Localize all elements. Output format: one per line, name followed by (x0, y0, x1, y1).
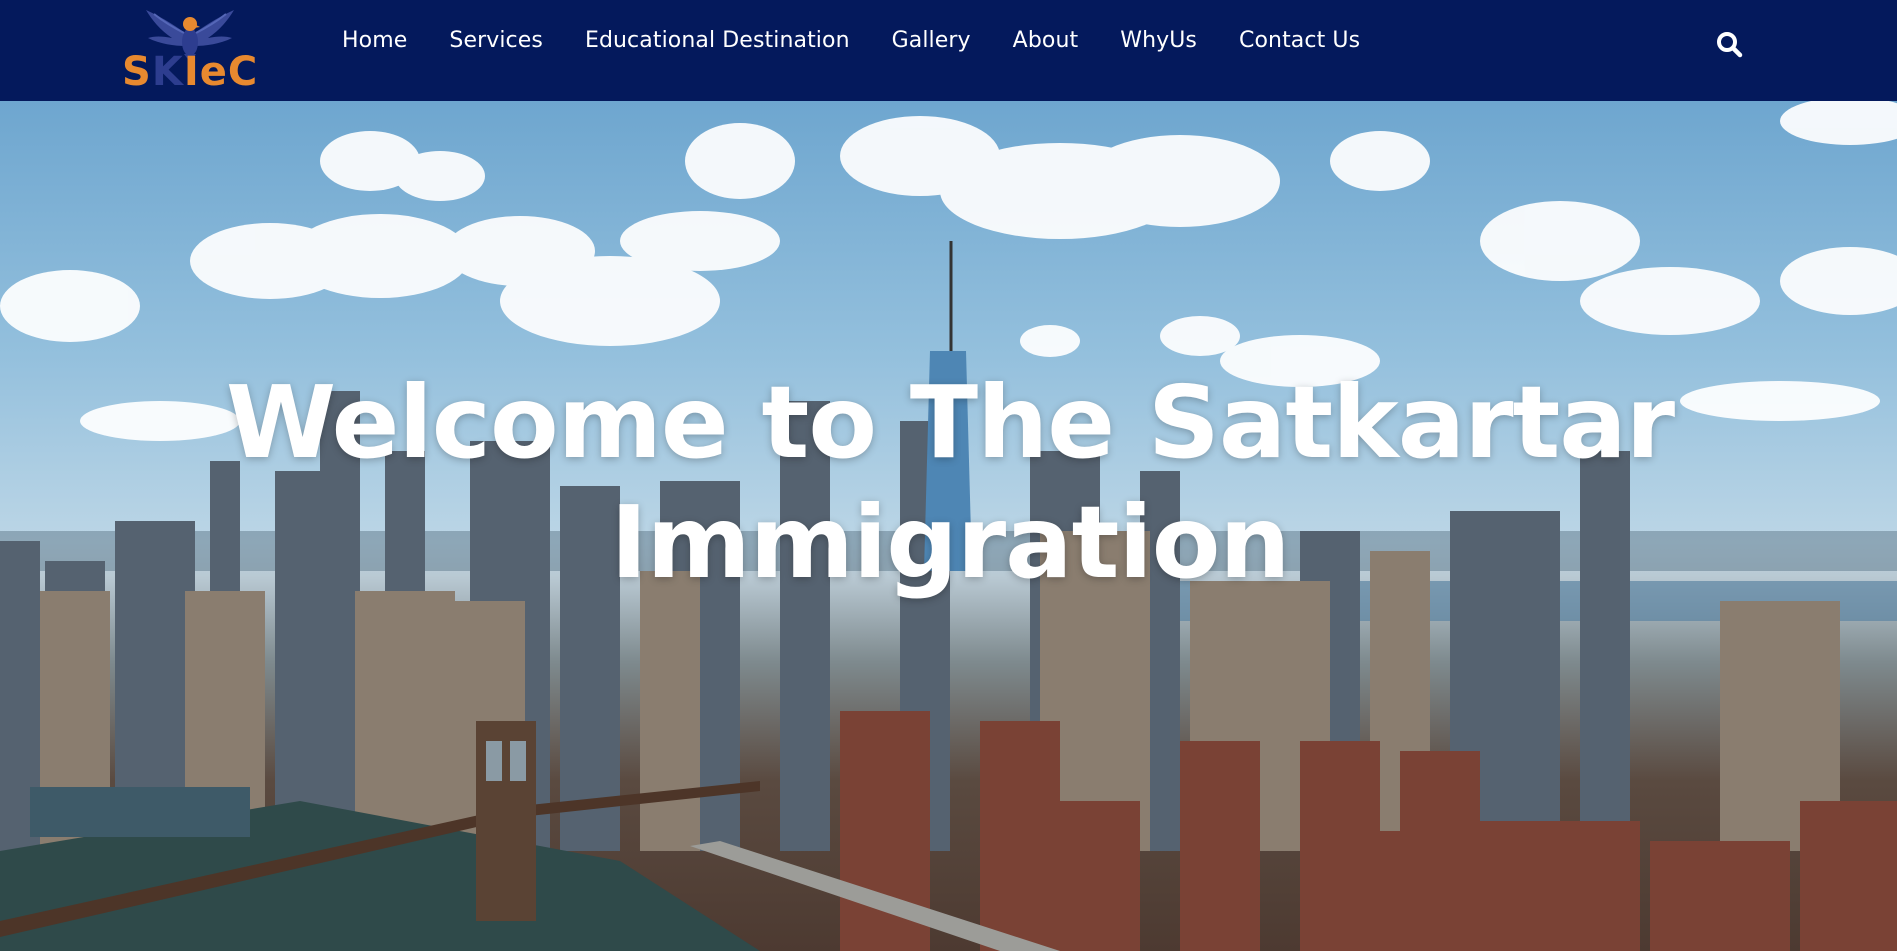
nav-educational-destination[interactable]: Educational Destination (585, 28, 850, 53)
page: SKIeC Home Services Educational Destinat… (0, 0, 1897, 951)
search-icon (1717, 32, 1743, 58)
site-logo[interactable]: SKIeC (118, 6, 257, 98)
search-button[interactable] (1714, 29, 1746, 61)
site-header: SKIeC Home Services Educational Destinat… (0, 0, 1897, 101)
logo-wordmark: SKIeC (122, 52, 258, 92)
nav-whyus[interactable]: WhyUs (1120, 28, 1197, 53)
nav-about[interactable]: About (1013, 28, 1079, 53)
logo-letter-s: S (122, 49, 152, 95)
nav-gallery[interactable]: Gallery (892, 28, 971, 53)
logo-letter-c: C (227, 49, 259, 95)
logo-letters-ie: Ie (183, 49, 228, 95)
hero-title-line-2: Immigration (610, 484, 1290, 601)
logo-letter-k: K (151, 49, 184, 95)
nav-services[interactable]: Services (449, 28, 543, 53)
main-nav: Home Services Educational Destination Ga… (342, 0, 1402, 80)
hero-title: Welcome to The Satkartar Immigration (220, 363, 1680, 603)
nav-contact-us[interactable]: Contact Us (1239, 28, 1360, 53)
nav-home[interactable]: Home (342, 28, 407, 53)
hero-section: Welcome to The Satkartar Immigration (0, 101, 1897, 951)
hero-title-line-1: Welcome to The Satkartar (225, 364, 1675, 481)
